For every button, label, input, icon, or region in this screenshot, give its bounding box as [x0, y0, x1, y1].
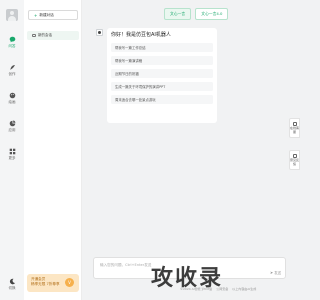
plus-icon: +: [34, 12, 38, 18]
send-label: 发送: [274, 271, 281, 275]
chat-bubble-icon: [9, 36, 15, 43]
rail-item-chat[interactable]: 问答: [0, 36, 24, 49]
icon-rail: 问答 创作 绘画 应用 更多 切换: [0, 0, 24, 300]
greeting-card: 你好！我是仿豆包AI机器人 帮我写一篇工作总结 帮我写一篇演讲稿 近期节日的祝福…: [107, 28, 217, 123]
moon-icon: [9, 278, 15, 285]
robot-icon: [98, 31, 101, 34]
footer-item: 以上内容由AI生成: [232, 287, 257, 291]
chat-main: 你好！我是仿豆包AI机器人 帮我写一篇工作总结 帮我写一篇演讲稿 近期节日的祝福…: [82, 0, 300, 300]
chat-icon: [32, 34, 36, 37]
feather-icon: [9, 65, 15, 70]
theme-toggle[interactable]: 切换: [0, 278, 24, 291]
bot-avatar: [96, 29, 103, 36]
chat-input-placeholder: 输入您的问题，Ctrl+Enter发送: [100, 263, 152, 267]
rail-label: 应用: [8, 128, 16, 132]
session-item[interactable]: 新的会话: [27, 31, 79, 40]
suggestion-item[interactable]: 生成一篇关于环境保护的演讲PPT: [111, 82, 213, 91]
send-icon: ➤: [269, 270, 274, 275]
rail-label: 更多: [8, 156, 16, 160]
customer-service-button[interactable]: 在线客服: [289, 118, 300, 138]
suggestion-item[interactable]: 周末适合去哪一处景点游玩: [111, 95, 213, 104]
rail-label: 创作: [8, 72, 16, 76]
palette-icon: [9, 92, 15, 99]
new-chat-label: 新建对话: [39, 12, 54, 17]
footer-item[interactable]: 公网安备: [216, 287, 228, 291]
session-label: 新的会话: [38, 33, 52, 37]
suggestion-item[interactable]: 近期节日的祝福: [111, 69, 213, 78]
chat-input-box[interactable]: 输入您的问题，Ctrl+Enter发送 ➤ 发送: [93, 257, 286, 279]
rail-label: 切换: [8, 286, 16, 290]
vip-promo-banner[interactable]: 开通会员 畅享无限 7折尊享 V: [27, 274, 79, 292]
session-sidebar: + 新建对话 新的会话 开通会员 畅享无限 7折尊享 V: [24, 0, 82, 300]
rail-item-create[interactable]: 创作: [0, 64, 24, 77]
rail-item-apps[interactable]: 应用: [0, 120, 24, 133]
suggestion-item[interactable]: 帮我写一篇演讲稿: [111, 56, 213, 65]
feedback-button[interactable]: 意见反馈: [289, 150, 300, 170]
rail-item-draw[interactable]: 绘画: [0, 92, 24, 105]
rail-item-more[interactable]: 更多: [0, 148, 24, 161]
greeting-title: 你好！我是仿豆包AI机器人: [111, 32, 171, 38]
suggestion-item[interactable]: 帮我写一篇工作总结: [111, 43, 213, 52]
float-label: 意见反馈: [290, 158, 300, 166]
footer-item[interactable]: ©2024 AI智能 沪ICP备: [180, 287, 212, 291]
vip-coin-icon: V: [65, 278, 74, 287]
footer: ©2024 AI智能 沪ICP备 公网安备 以上内容由AI生成: [180, 287, 256, 291]
rail-label: 绘画: [8, 100, 16, 104]
float-label: 在线客服: [290, 126, 300, 134]
send-button[interactable]: ➤ 发送: [270, 270, 281, 275]
more-apps-icon: [9, 148, 15, 155]
rail-label: 问答: [8, 44, 16, 48]
new-chat-button[interactable]: + 新建对话: [28, 10, 78, 20]
user-avatar[interactable]: [6, 9, 18, 21]
grid-apps-icon: [9, 120, 15, 127]
